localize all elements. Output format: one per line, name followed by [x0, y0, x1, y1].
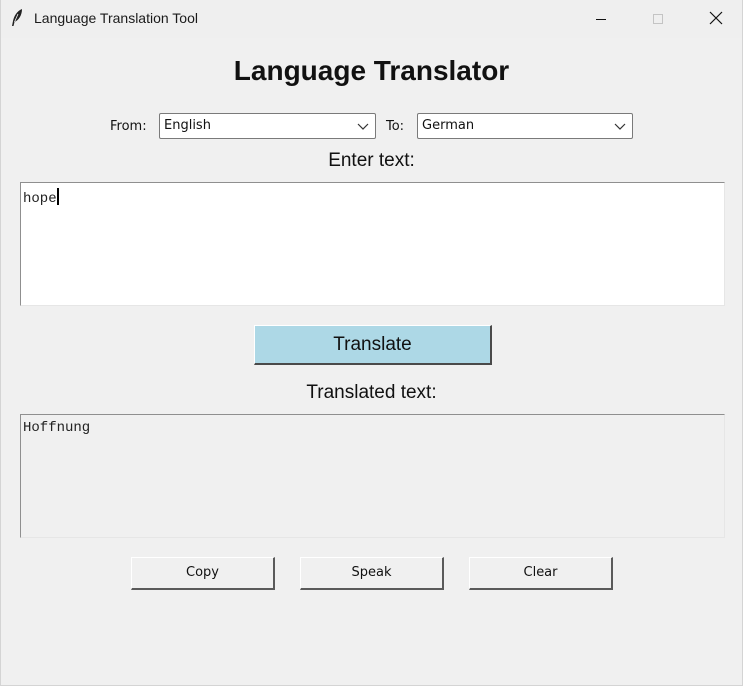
maximize-icon	[652, 10, 664, 29]
text-caret	[56, 188, 59, 205]
close-icon	[709, 10, 723, 29]
to-language-value: German	[422, 118, 475, 133]
chevron-down-icon[interactable]	[614, 120, 626, 136]
window-title: Language Translation Tool	[34, 10, 198, 26]
input-text-area[interactable]: hope	[20, 182, 725, 306]
clear-button[interactable]: Clear	[469, 557, 613, 590]
app-window: Language Translation Tool Language Trans…	[0, 0, 743, 686]
chevron-down-icon[interactable]	[357, 120, 369, 136]
enter-text-label: Enter text:	[328, 150, 415, 171]
minimize-icon	[595, 10, 607, 29]
from-language-select[interactable]: English	[159, 113, 376, 139]
to-label: To:	[386, 119, 405, 134]
maximize-button[interactable]	[629, 0, 687, 38]
close-button[interactable]	[687, 0, 743, 38]
input-text: hope	[23, 191, 57, 207]
from-language-value: English	[164, 118, 211, 133]
speak-button[interactable]: Speak	[300, 557, 444, 590]
output-text-area[interactable]: Hoffnung	[20, 414, 725, 538]
feather-icon	[9, 8, 27, 28]
output-text: Hoffnung	[23, 420, 91, 436]
page-title: Language Translator	[233, 55, 510, 86]
copy-button[interactable]: Copy	[131, 557, 275, 590]
to-language-select[interactable]: German	[417, 113, 633, 139]
minimize-button[interactable]	[572, 0, 630, 38]
from-label: From:	[110, 119, 147, 134]
translate-button[interactable]: Translate	[254, 325, 492, 365]
translated-text-label: Translated text:	[306, 382, 437, 403]
title-bar[interactable]: Language Translation Tool	[1, 0, 742, 38]
